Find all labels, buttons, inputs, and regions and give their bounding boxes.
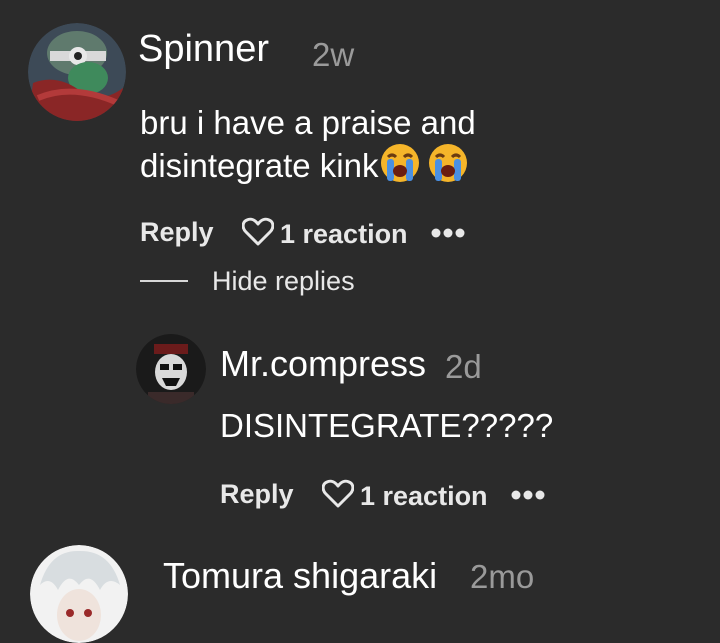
reaction-count: 1 reaction [280, 219, 408, 249]
comment-username[interactable]: Spinner [138, 30, 269, 68]
comment-text-line-1: bru i have a praise and [140, 104, 476, 141]
loudly-crying-face-emoji [426, 143, 470, 194]
comment-timestamp: 2w [312, 36, 355, 73]
reply-button[interactable]: Reply [140, 219, 214, 246]
reaction-button[interactable]: 1 reaction [321, 479, 488, 514]
replies-divider [140, 280, 188, 282]
avatar-mr-compress[interactable] [136, 334, 206, 404]
more-dots-icon[interactable] [510, 488, 546, 506]
comment-text-line-2: disintegrate kink [140, 143, 470, 194]
avatar-tomura-shigaraki[interactable] [30, 545, 128, 643]
next-comment-timestamp: 2mo [470, 558, 535, 595]
loudly-crying-face-emoji [380, 143, 424, 194]
reaction-count: 1 reaction [360, 481, 488, 511]
reply-button[interactable]: Reply [220, 481, 294, 508]
reply-text: DISINTEGRATE????? [220, 407, 554, 444]
heart-icon [321, 479, 355, 514]
reply-timestamp: 2d [445, 348, 482, 385]
comment-text-line-2-text: disintegrate kink [140, 147, 379, 184]
next-comment-username[interactable]: Tomura shigaraki [163, 558, 437, 594]
reaction-button[interactable]: 1 reaction [241, 217, 408, 252]
avatar-spinner[interactable] [28, 23, 126, 121]
reply-username[interactable]: Mr.compress [220, 346, 426, 382]
hide-replies-button[interactable]: Hide replies [212, 268, 355, 295]
heart-icon [241, 217, 275, 252]
more-dots-icon[interactable] [430, 226, 466, 244]
